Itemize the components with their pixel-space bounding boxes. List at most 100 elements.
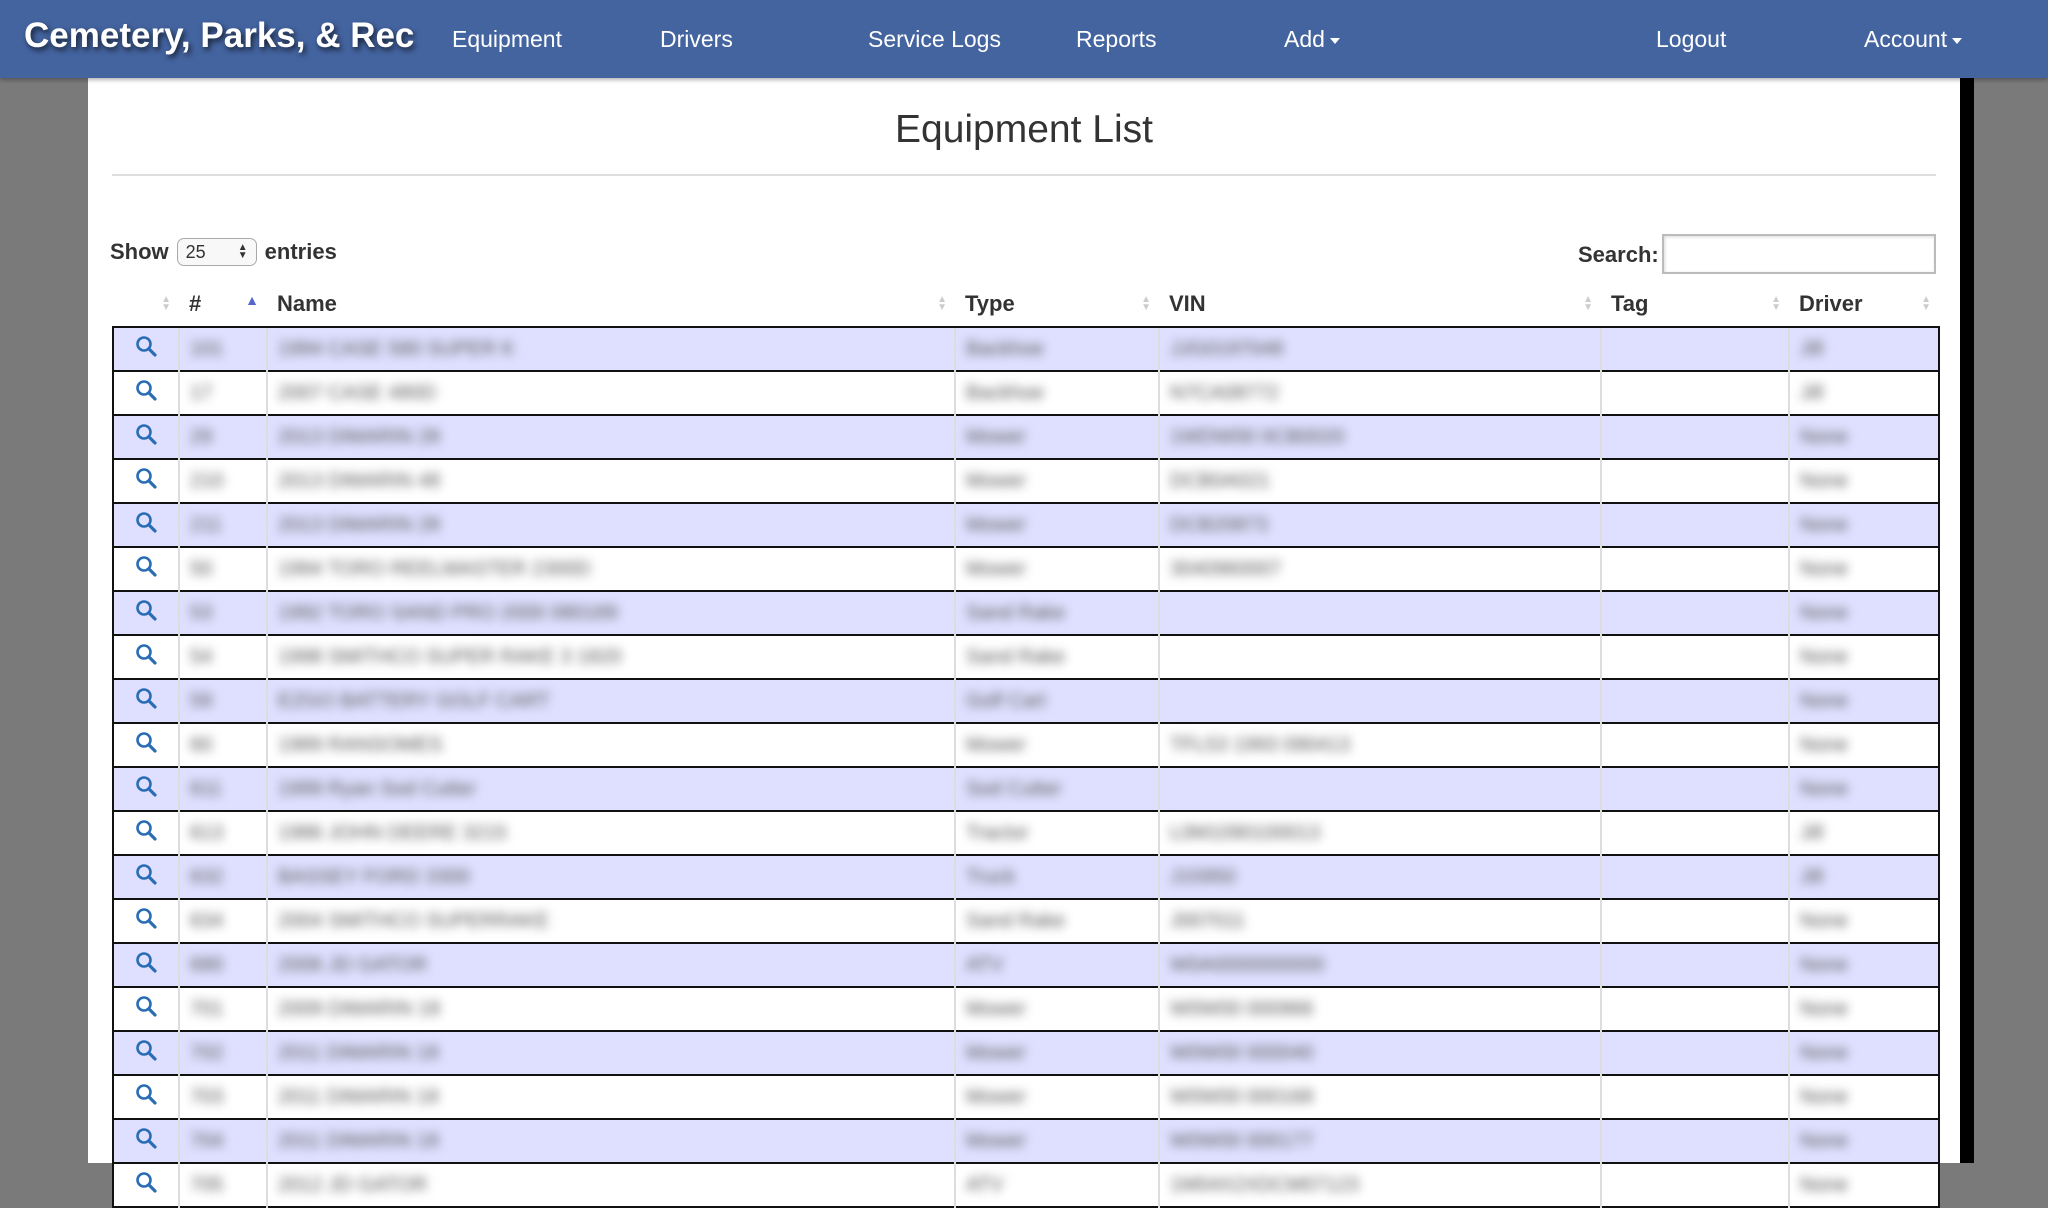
nav-service-logs[interactable]: Service Logs bbox=[868, 26, 1001, 53]
column-header-number[interactable]: # ▲ bbox=[179, 282, 267, 328]
search-icon[interactable] bbox=[134, 1170, 158, 1200]
nav-account-dropdown[interactable]: Account bbox=[1864, 26, 1963, 53]
cell-vin-text: W0A0000000000 bbox=[1170, 953, 1325, 976]
nav-add-label: Add bbox=[1284, 26, 1325, 52]
row-view-cell[interactable] bbox=[112, 459, 180, 503]
search-icon[interactable] bbox=[134, 774, 158, 804]
nav-add-dropdown[interactable]: Add bbox=[1284, 26, 1340, 53]
cell-number: 210 bbox=[179, 459, 268, 503]
column-header-name[interactable]: Name ▲ ▼ bbox=[267, 282, 955, 328]
sort-both-icon: ▲ ▼ bbox=[937, 294, 947, 313]
search-icon[interactable] bbox=[134, 1126, 158, 1156]
row-view-cell[interactable] bbox=[112, 635, 180, 679]
table-row: 17 2007 CASE 480D Backhoe N7CA08772 Jill bbox=[112, 371, 1940, 415]
cell-driver-text: None bbox=[1800, 601, 1848, 624]
row-view-cell[interactable] bbox=[112, 943, 180, 987]
row-view-cell[interactable] bbox=[112, 679, 180, 723]
cell-number-text: 680 bbox=[190, 953, 224, 976]
cell-type-text: Mower bbox=[966, 557, 1027, 580]
cell-number: 17 bbox=[179, 371, 268, 415]
nav-reports[interactable]: Reports bbox=[1076, 26, 1157, 53]
row-view-cell[interactable] bbox=[112, 987, 180, 1031]
row-view-cell[interactable] bbox=[112, 547, 180, 591]
table-row: 632 BASSEY FORD 3300 Truck J15950 Jill bbox=[112, 855, 1940, 899]
search-icon[interactable] bbox=[134, 862, 158, 892]
column-header-actions[interactable]: ▲ ▼ bbox=[113, 282, 179, 328]
search-icon[interactable] bbox=[134, 554, 158, 584]
row-view-cell[interactable] bbox=[112, 503, 180, 547]
cell-type: ATV bbox=[955, 1163, 1160, 1207]
search-icon[interactable] bbox=[134, 1038, 158, 1068]
cell-vin bbox=[1159, 679, 1602, 723]
cell-name-text: 2011 DIMARIN 18 bbox=[278, 1085, 439, 1108]
search-icon[interactable] bbox=[134, 598, 158, 628]
nav-equipment[interactable]: Equipment bbox=[452, 26, 562, 53]
cell-vin: 1M04X2XDCM07123 bbox=[1159, 1163, 1602, 1207]
row-view-cell[interactable] bbox=[112, 415, 180, 459]
cell-driver-text: None bbox=[1800, 1129, 1848, 1152]
search-icon[interactable] bbox=[134, 422, 158, 452]
search-icon[interactable] bbox=[134, 906, 158, 936]
table-row: 211 2013 DIMARIN 28 Mower DCB20873 None bbox=[112, 503, 1940, 547]
cell-vin: 1WDW00 0CB0020 bbox=[1159, 415, 1602, 459]
row-view-cell[interactable] bbox=[112, 723, 180, 767]
search-icon[interactable] bbox=[134, 1082, 158, 1112]
search-icon[interactable] bbox=[134, 994, 158, 1024]
row-view-cell[interactable] bbox=[112, 1163, 180, 1207]
equipment-table-wrapper: ▲ ▼ # ▲ Name ▲ ▼ Type ▲ ▼ VIN ▲ ▼ Tag ▲ ▼ Driver ▲ ▼… bbox=[112, 282, 1940, 1208]
table-header-row: ▲ ▼ # ▲ Name ▲ ▼ Type ▲ ▼ VIN ▲ ▼ Tag ▲ ▼ Driver ▲ ▼ bbox=[113, 282, 1939, 328]
column-header-vin[interactable]: VIN ▲ ▼ bbox=[1159, 282, 1601, 328]
row-view-cell[interactable] bbox=[112, 855, 180, 899]
search-icon[interactable] bbox=[134, 686, 158, 716]
caret-down-icon bbox=[1329, 37, 1340, 44]
cell-driver-text: None bbox=[1800, 909, 1848, 932]
cell-number: 59 bbox=[179, 679, 268, 723]
search-label: Search: bbox=[1578, 242, 1659, 267]
cell-type: Mower bbox=[955, 987, 1160, 1031]
cell-tag bbox=[1601, 679, 1790, 723]
row-view-cell[interactable] bbox=[112, 899, 180, 943]
table-row: 59 EZGO BATTERY GOLF CART Golf Cart None bbox=[112, 679, 1940, 723]
nav-drivers[interactable]: Drivers bbox=[660, 26, 733, 53]
cell-name: BASSEY FORD 3300 bbox=[267, 855, 956, 899]
column-header-tag[interactable]: Tag ▲ ▼ bbox=[1601, 282, 1789, 328]
search-icon[interactable] bbox=[134, 334, 158, 364]
brand-title[interactable]: Cemetery, Parks, & Rec bbox=[24, 16, 414, 56]
cell-driver: None bbox=[1789, 899, 1940, 943]
row-view-cell[interactable] bbox=[112, 1075, 180, 1119]
table-row: 53 1992 TORO SAND PRO 2000 080189 Sand Rak… bbox=[112, 591, 1940, 635]
entries-select[interactable]: 25 ▲ ▼ bbox=[176, 238, 257, 266]
row-view-cell[interactable] bbox=[112, 371, 180, 415]
cell-type: Sod Cutter bbox=[955, 767, 1160, 811]
row-view-cell[interactable] bbox=[112, 811, 180, 855]
nav-logout[interactable]: Logout bbox=[1656, 26, 1726, 53]
row-view-cell[interactable] bbox=[112, 767, 180, 811]
column-header-driver[interactable]: Driver ▲ ▼ bbox=[1789, 282, 1939, 328]
column-header-type[interactable]: Type ▲ ▼ bbox=[955, 282, 1159, 328]
row-view-cell[interactable] bbox=[112, 1119, 180, 1163]
search-icon[interactable] bbox=[134, 950, 158, 980]
search-icon[interactable] bbox=[134, 730, 158, 760]
cell-vin: N7CA08772 bbox=[1159, 371, 1602, 415]
cell-tag bbox=[1601, 635, 1790, 679]
search-icon[interactable] bbox=[134, 510, 158, 540]
search-icon[interactable] bbox=[134, 378, 158, 408]
cell-vin: TFL53 1993 090413 bbox=[1159, 723, 1602, 767]
search-icon[interactable] bbox=[134, 466, 158, 496]
search-icon[interactable] bbox=[134, 642, 158, 672]
row-view-cell[interactable] bbox=[112, 327, 180, 371]
cell-type-text: Sod Cutter bbox=[966, 777, 1062, 800]
cell-number: 53 bbox=[179, 591, 268, 635]
title-divider bbox=[112, 174, 1936, 176]
search-icon[interactable] bbox=[134, 818, 158, 848]
cell-tag bbox=[1601, 1031, 1790, 1075]
cell-driver-text: None bbox=[1800, 469, 1848, 492]
cell-number-text: 29 bbox=[190, 425, 213, 448]
row-view-cell[interactable] bbox=[112, 1031, 180, 1075]
row-view-cell[interactable] bbox=[112, 591, 180, 635]
cell-driver: None bbox=[1789, 459, 1940, 503]
cell-tag bbox=[1601, 1075, 1790, 1119]
cell-driver-text: Jill bbox=[1800, 821, 1824, 844]
search-input[interactable] bbox=[1662, 234, 1936, 274]
cell-name: 2013 DIMARIN 28 bbox=[267, 503, 956, 547]
